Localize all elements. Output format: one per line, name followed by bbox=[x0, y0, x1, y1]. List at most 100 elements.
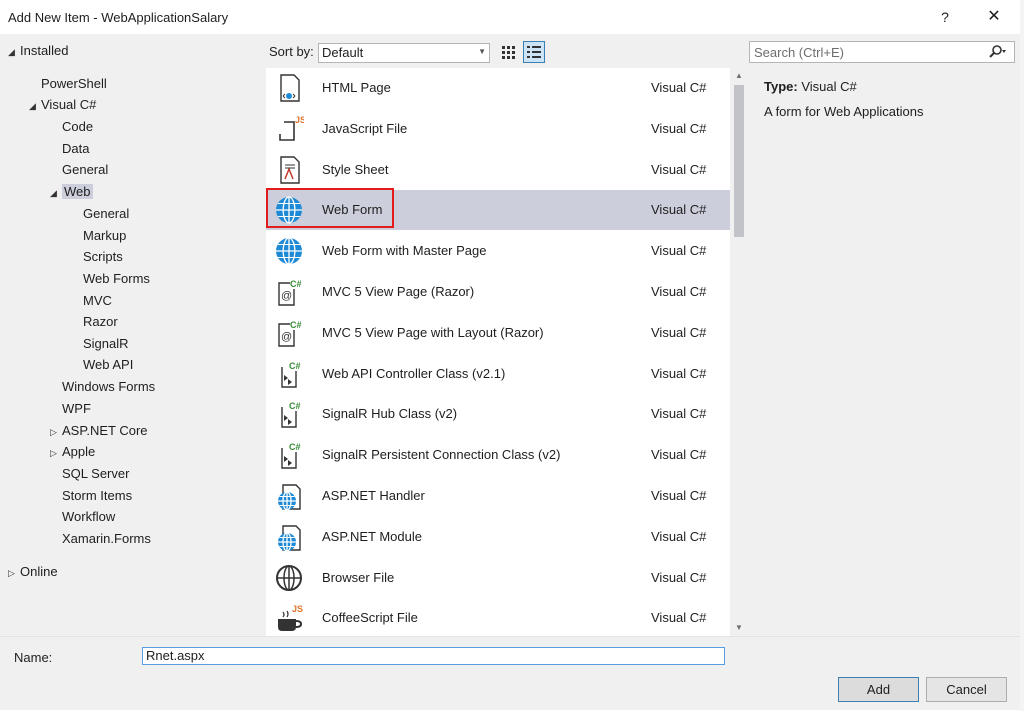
tree-item-label: Code bbox=[62, 119, 94, 134]
collapsed-arrow-icon[interactable]: ▷ bbox=[8, 563, 20, 583]
razor-view-icon: @ C# bbox=[274, 318, 304, 348]
list-item[interactable]: JS CoffeeScript File Visual C# bbox=[266, 598, 730, 636]
javascript-file-icon: JS bbox=[274, 114, 306, 144]
tree-item[interactable]: Scripts bbox=[71, 247, 123, 267]
help-button[interactable]: ? bbox=[930, 4, 960, 30]
background-window-edge bbox=[1020, 0, 1024, 711]
list-item[interactable]: @ C# MVC 5 View Page with Layout (Razor) Vi… bbox=[266, 313, 730, 353]
tree-item[interactable]: WPF bbox=[50, 399, 91, 419]
tree-item-label: Razor bbox=[83, 314, 118, 329]
tree-item[interactable]: SQL Server bbox=[50, 464, 129, 484]
list-item[interactable]: Web Form with Master Page Visual C# bbox=[266, 231, 730, 271]
tree-item[interactable]: Markup bbox=[71, 226, 126, 246]
item-language: Visual C# bbox=[651, 569, 707, 585]
tree-item[interactable]: Razor bbox=[71, 312, 118, 332]
svg-text:C#: C# bbox=[289, 401, 301, 411]
list-item[interactable]: JS JavaScript File Visual C# bbox=[266, 109, 730, 149]
add-button[interactable]: Add bbox=[838, 677, 919, 702]
type-label: Type: bbox=[764, 79, 798, 94]
collapsed-arrow-icon[interactable]: ▷ bbox=[50, 422, 62, 442]
tree-item[interactable]: MVC bbox=[71, 291, 112, 311]
name-field[interactable]: Rnet.aspx bbox=[142, 647, 725, 665]
dialog-body: ◢ Installed PowerShell ◢ Visual C# Code Data Ge… bbox=[0, 34, 1020, 636]
tree-item-label: General bbox=[62, 162, 109, 177]
tree-item[interactable]: Storm Items bbox=[50, 486, 132, 506]
tree-item[interactable]: Xamarin.Forms bbox=[50, 529, 151, 549]
expanded-arrow-icon[interactable]: ◢ bbox=[50, 183, 62, 203]
list-item[interactable]: C# SignalR Persistent Connection Class (v… bbox=[266, 435, 730, 475]
item-language: Visual C# bbox=[651, 610, 707, 626]
chevron-down-icon: ▼ bbox=[478, 47, 486, 56]
item-name: SignalR Hub Class (v2) bbox=[322, 406, 458, 422]
tree-item[interactable]: Windows Forms bbox=[50, 377, 155, 397]
csharp-class-icon: C# bbox=[274, 399, 304, 429]
tree-item-label: General bbox=[83, 206, 130, 221]
item-name: Style Sheet bbox=[322, 161, 389, 177]
tree-item-label: Web bbox=[62, 184, 93, 199]
search-icon bbox=[986, 44, 1008, 63]
csharp-class-icon: C# bbox=[274, 440, 304, 470]
tree-item[interactable]: Data bbox=[50, 139, 89, 159]
tree-item[interactable]: ▷ Apple bbox=[50, 442, 95, 462]
svg-text:@: @ bbox=[281, 331, 292, 343]
tree-item[interactable]: ◢ Visual C# bbox=[29, 95, 96, 115]
tree-item-label: Installed bbox=[20, 43, 69, 58]
item-name: ASP.NET Handler bbox=[322, 488, 425, 503]
expanded-arrow-icon[interactable]: ◢ bbox=[8, 42, 20, 62]
list-item[interactable]: C# SignalR Hub Class (v2) Visual C# bbox=[266, 394, 730, 434]
list-item[interactable]: Browser File Visual C# bbox=[266, 558, 730, 598]
list-item[interactable]: C# Web API Controller Class (v2.1) Visual … bbox=[266, 354, 730, 394]
list-item[interactable]: HTML Page Visual C# bbox=[266, 68, 730, 108]
scroll-up-icon[interactable]: ▲ bbox=[730, 68, 748, 84]
grid-view-button[interactable] bbox=[497, 41, 519, 63]
item-language: Visual C# bbox=[651, 406, 707, 422]
tree-item[interactable]: SignalR bbox=[71, 334, 129, 354]
name-label: Name: bbox=[14, 650, 53, 665]
tree-item-label: ASP.NET Core bbox=[62, 423, 148, 438]
tree-item[interactable]: Code bbox=[50, 117, 93, 137]
tree-item-label: Workflow bbox=[62, 509, 116, 524]
sort-select-value: Default bbox=[322, 45, 364, 60]
item-language: Visual C# bbox=[651, 528, 707, 544]
list-item[interactable]: Web Form Visual C# bbox=[266, 190, 730, 231]
tree-item[interactable]: Web API bbox=[71, 355, 133, 375]
title-bar: Add New Item - WebApplicationSalary ? ✕ bbox=[0, 0, 1020, 34]
close-button[interactable]: ✕ bbox=[976, 4, 1012, 30]
tree-item[interactable]: ▷ Online bbox=[8, 562, 58, 582]
tree-item-label: Markup bbox=[83, 228, 127, 243]
tree-item[interactable]: ◢ Installed bbox=[8, 41, 68, 61]
scroll-thumb[interactable] bbox=[734, 85, 744, 237]
list-view-button[interactable] bbox=[523, 41, 545, 63]
details-pane: Type: Visual C# A form for Web Applicati… bbox=[752, 68, 1020, 636]
tree-item[interactable]: General bbox=[71, 204, 129, 224]
item-language: Visual C# bbox=[651, 161, 707, 177]
list-item[interactable]: @ C# MVC 5 View Page (Razor) Visual C# bbox=[266, 272, 730, 312]
item-language: Visual C# bbox=[651, 488, 707, 503]
item-language: Visual C# bbox=[651, 447, 707, 463]
item-name: Web Form bbox=[322, 202, 383, 218]
tree-item-label: Windows Forms bbox=[62, 379, 156, 394]
item-name: JavaScript File bbox=[322, 120, 408, 136]
type-line: Type: Visual C# bbox=[764, 79, 857, 94]
scroll-down-icon[interactable]: ▼ bbox=[730, 620, 748, 636]
collapsed-arrow-icon[interactable]: ▷ bbox=[50, 443, 62, 463]
cancel-button[interactable]: Cancel bbox=[926, 677, 1007, 702]
expanded-arrow-icon[interactable]: ◢ bbox=[29, 96, 41, 116]
tree-item[interactable]: Web Forms bbox=[71, 269, 150, 289]
tree-item[interactable]: ◢ Web bbox=[50, 182, 93, 202]
list-scrollbar[interactable]: ▲ ▼ bbox=[730, 68, 748, 636]
list-item[interactable]: ASP.NET Module Visual C# bbox=[266, 517, 730, 557]
list-item[interactable]: Style Sheet Visual C# bbox=[266, 150, 730, 190]
tree-item[interactable]: PowerShell bbox=[29, 74, 107, 94]
svg-text:C#: C# bbox=[289, 361, 301, 371]
tree-item[interactable]: General bbox=[50, 160, 108, 180]
add-new-item-dialog: Add New Item - WebApplicationSalary ? ✕ … bbox=[0, 0, 1021, 710]
tree-item[interactable]: ▷ ASP.NET Core bbox=[50, 421, 148, 441]
tree-item-label: MVC bbox=[83, 293, 112, 308]
style-sheet-icon bbox=[274, 155, 304, 185]
search-input[interactable]: Search (Ctrl+E) bbox=[749, 41, 1015, 63]
sort-select[interactable]: Default ▼ bbox=[318, 43, 490, 63]
item-name: CoffeeScript File bbox=[322, 610, 418, 626]
list-item[interactable]: ASP.NET Handler Visual C# bbox=[266, 476, 730, 516]
tree-item[interactable]: Workflow bbox=[50, 507, 115, 527]
